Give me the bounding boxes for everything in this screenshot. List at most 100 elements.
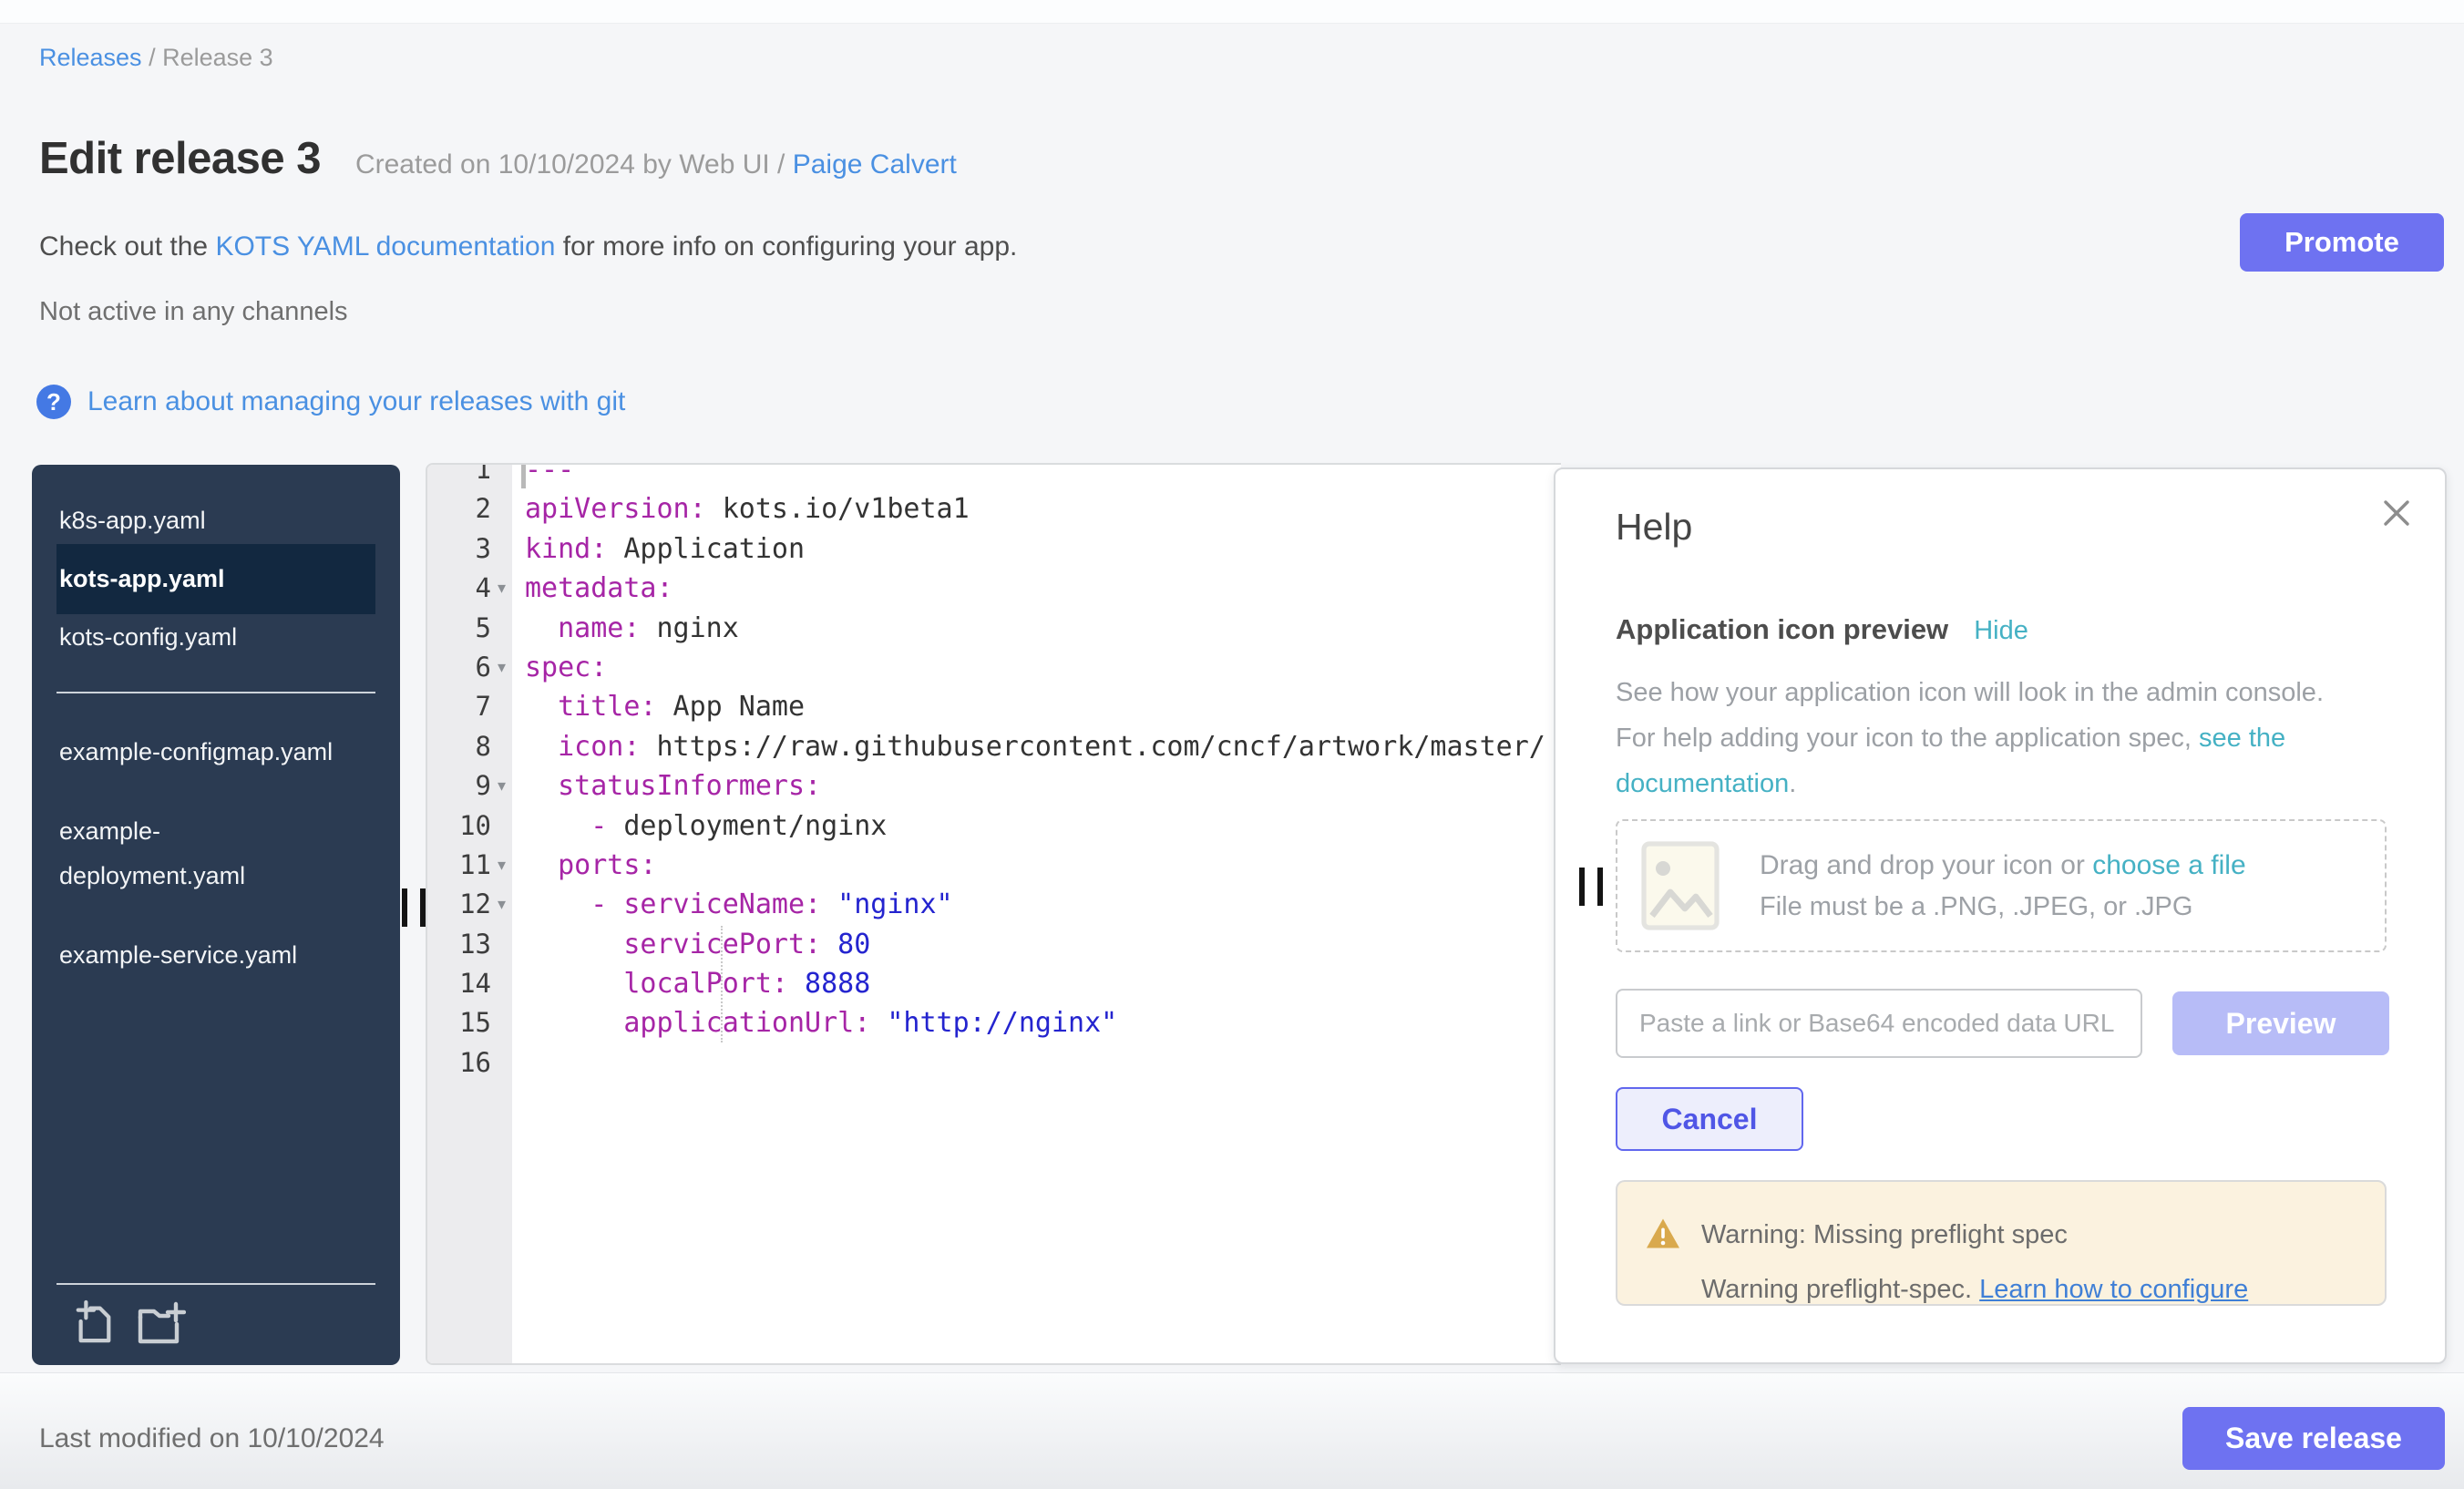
preview-button[interactable]: Preview <box>2172 991 2389 1055</box>
dropzone-requirements: File must be a .PNG, .JPEG, or .JPG <box>1760 892 2246 922</box>
preflight-warning-box: Warning: Missing preflight spec Warning … <box>1616 1180 2387 1306</box>
fold-toggle-icon[interactable]: ▾ <box>491 885 512 924</box>
code-line-14: localPort: 8888 <box>525 964 1561 1003</box>
image-placeholder-icon <box>1641 841 1720 930</box>
file-item-example-service.yaml[interactable]: example-service.yaml <box>56 922 348 989</box>
gutter-line-10: 10 <box>427 806 512 846</box>
gutter-line-16: 16 <box>427 1043 512 1083</box>
file-item-kots-app.yaml[interactable]: kots-app.yaml <box>56 544 375 614</box>
gutter-line-4: 4▾ <box>427 569 512 608</box>
page-title: Edit release 3 <box>39 133 321 184</box>
code-line-7: title: App Name <box>525 687 1561 726</box>
gutter-line-13: 13 <box>427 925 512 964</box>
gutter-line-12: 12▾ <box>427 885 512 924</box>
file-tree-sidebar: k8s-app.yamlkots-app.yamlkots-config.yam… <box>32 465 400 1365</box>
file-item-example-configmap.yaml[interactable]: example-configmap.yaml <box>56 719 348 786</box>
breadcrumb: Releases / Release 3 <box>39 44 273 72</box>
indent-guide <box>721 926 723 1042</box>
gutter-line-15: 15 <box>427 1003 512 1042</box>
icon-preview-title: Application icon preview <box>1616 613 1948 646</box>
file-item-k8s-app.yaml[interactable]: k8s-app.yaml <box>56 498 375 544</box>
gutter-line-3: 3 <box>427 529 512 569</box>
help-panel: Help Application icon preview Hide See h… <box>1554 467 2447 1364</box>
code-line-4: metadata: <box>525 569 1561 608</box>
help-panel-title: Help <box>1616 506 1692 549</box>
gutter-line-9: 9▾ <box>427 766 512 806</box>
choose-file-link[interactable]: choose a file <box>2092 850 2245 880</box>
dropzone-text: Drag and drop your icon or choose a file… <box>1760 850 2246 922</box>
code-line-15: applicationUrl: "http://nginx" <box>525 1003 1561 1042</box>
yaml-editor[interactable]: 1234▾56▾789▾1011▾12▾13141516 ---apiVersi… <box>426 463 1561 1365</box>
file-item-kots-config.yaml[interactable]: kots-config.yaml <box>56 614 375 661</box>
icon-preview-description: See how your application icon will look … <box>1616 670 2345 806</box>
code-line-13: servicePort: 80 <box>525 925 1561 964</box>
learn-configure-link[interactable]: Learn how to configure <box>1979 1275 2248 1304</box>
warning-title: Warning: Missing preflight spec <box>1701 1220 2068 1250</box>
pane-resize-handle-right[interactable] <box>1579 868 1603 906</box>
add-file-icon[interactable] <box>73 1299 115 1345</box>
gutter-line-2: 2 <box>427 489 512 529</box>
code-line-10: - deployment/nginx <box>525 806 1561 846</box>
fold-toggle-icon[interactable]: ▾ <box>491 569 512 608</box>
code-line-3: kind: Application <box>525 529 1561 569</box>
question-circle-icon: ? <box>36 385 71 419</box>
file-list-top: k8s-app.yamlkots-app.yamlkots-config.yam… <box>32 498 400 661</box>
breadcrumb-current: Release 3 <box>162 44 273 71</box>
pane-resize-handle-left[interactable] <box>402 888 426 927</box>
file-list-examples: example-configmap.yaml example-deployment… <box>32 719 400 989</box>
last-modified-text: Last modified on 10/10/2024 <box>39 1423 385 1454</box>
gutter-line-8: 8 <box>427 727 512 766</box>
created-by-link[interactable]: Paige Calvert <box>793 149 957 180</box>
gutter-line-5: 5 <box>427 609 512 648</box>
warning-triangle-icon <box>1645 1217 1681 1255</box>
code-line-8: icon: https://raw.githubusercontent.com/… <box>525 727 1561 766</box>
code-line-1: --- <box>525 463 1561 489</box>
fold-toggle-icon <box>491 806 512 846</box>
git-releases-link[interactable]: Learn about managing your releases with … <box>87 386 625 417</box>
created-meta: Created on 10/10/2024 by Web UI / Paige … <box>355 149 957 180</box>
fold-toggle-icon[interactable]: ▾ <box>491 648 512 687</box>
app-top-strip <box>0 0 2464 24</box>
save-release-button[interactable]: Save release <box>2182 1407 2445 1470</box>
add-folder-icon[interactable] <box>137 1299 186 1345</box>
fold-toggle-icon[interactable]: ▾ <box>491 766 512 806</box>
git-help-row: ? Learn about managing your releases wit… <box>36 385 625 419</box>
close-icon[interactable] <box>2378 495 2415 531</box>
fold-toggle-icon <box>491 1003 512 1042</box>
code-line-11: ports: <box>525 846 1561 885</box>
channel-status: Not active in any channels <box>39 297 348 327</box>
fold-toggle-icon <box>491 529 512 569</box>
editor-code-area[interactable]: ---apiVersion: kots.io/v1beta1kind: Appl… <box>525 463 1561 1083</box>
breadcrumb-releases-link[interactable]: Releases <box>39 44 142 71</box>
icon-dropzone[interactable]: Drag and drop your icon or choose a file… <box>1616 819 2387 952</box>
fold-toggle-icon[interactable]: ▾ <box>491 846 512 885</box>
fold-toggle-icon <box>491 925 512 964</box>
code-line-16 <box>525 1043 1561 1083</box>
fold-toggle-icon <box>491 1043 512 1083</box>
file-item-example-deployment.yaml[interactable]: example-deployment.yaml <box>56 798 348 909</box>
gutter-line-7: 7 <box>427 687 512 726</box>
gutter-line-1: 1 <box>427 463 512 489</box>
icon-preview-section: Application icon preview Hide <box>1616 613 2028 646</box>
hide-link[interactable]: Hide <box>1974 616 2028 646</box>
footer-bar: Last modified on 10/10/2024 Save release <box>0 1372 2464 1489</box>
fold-toggle-icon <box>491 489 512 529</box>
fold-toggle-icon <box>491 609 512 648</box>
intro-line: Check out the KOTS YAML documentation fo… <box>39 231 1017 262</box>
code-line-5: name: nginx <box>525 609 1561 648</box>
icon-url-input[interactable] <box>1616 989 2142 1058</box>
sidebar-footer <box>56 1283 375 1349</box>
warning-detail: Warning preflight-spec. Learn how to con… <box>1701 1275 2248 1305</box>
promote-button[interactable]: Promote <box>2240 213 2444 272</box>
code-line-12: - serviceName: "nginx" <box>525 885 1561 924</box>
file-tree-divider <box>56 692 375 693</box>
editor-gutter: 1234▾56▾789▾1011▾12▾13141516 <box>427 465 512 1363</box>
fold-toggle-icon <box>491 727 512 766</box>
kots-yaml-doc-link[interactable]: KOTS YAML documentation <box>215 231 555 262</box>
gutter-line-14: 14 <box>427 964 512 1003</box>
code-line-6: spec: <box>525 648 1561 687</box>
code-line-9: statusInformers: <box>525 766 1561 806</box>
gutter-line-6: 6▾ <box>427 648 512 687</box>
cancel-button[interactable]: Cancel <box>1616 1087 1803 1151</box>
gutter-line-11: 11▾ <box>427 846 512 885</box>
